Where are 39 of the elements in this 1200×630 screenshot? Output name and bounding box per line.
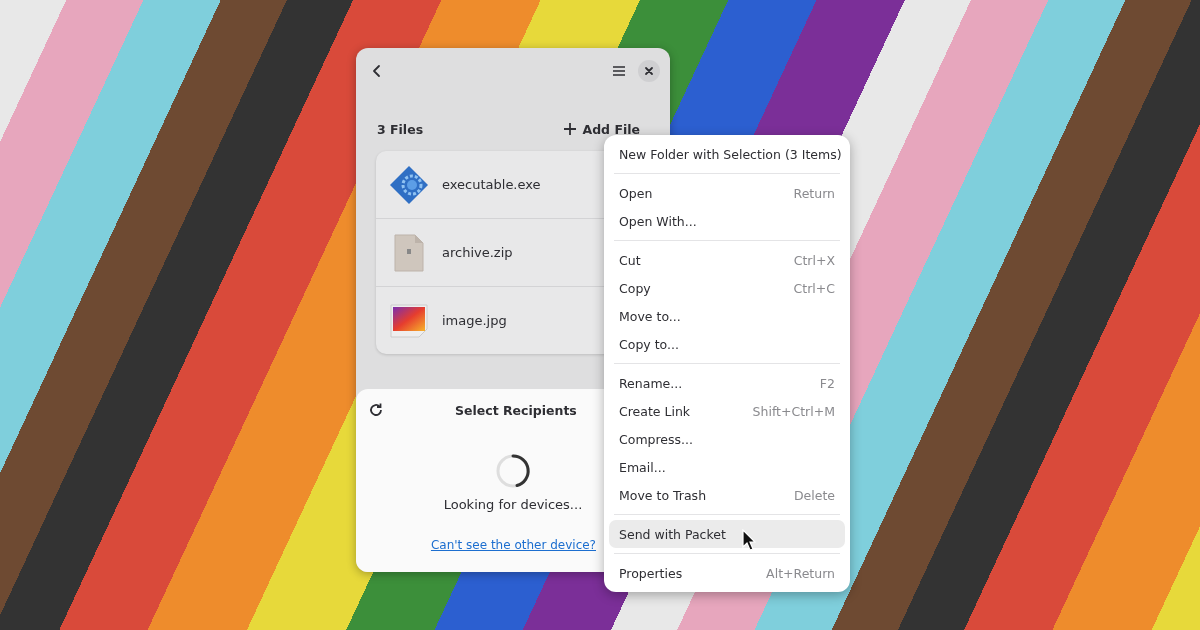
menu-item[interactable]: Email... bbox=[609, 453, 845, 481]
menu-item[interactable]: Rename... F2 bbox=[609, 369, 845, 397]
shortcut-label: Ctrl+C bbox=[793, 280, 835, 296]
close-button[interactable] bbox=[638, 60, 660, 82]
file-name: executable.exe bbox=[442, 177, 541, 192]
shortcut-label: Delete bbox=[793, 487, 835, 503]
menu-item[interactable]: Properties Alt+Return bbox=[609, 559, 845, 587]
executable-icon bbox=[389, 164, 429, 205]
file-name: archive.zip bbox=[442, 245, 513, 260]
refresh-icon bbox=[368, 402, 384, 418]
image-file-icon bbox=[389, 302, 429, 339]
menu-item[interactable]: New Folder with Selection (3 Items) bbox=[609, 140, 845, 168]
menu-item[interactable]: Compress... bbox=[609, 425, 845, 453]
menu-item[interactable]: Move to Trash Delete bbox=[609, 481, 845, 509]
plus-icon bbox=[563, 122, 578, 136]
sheet-title: Select Recipients bbox=[455, 402, 577, 418]
menu-item[interactable]: Open Return bbox=[609, 179, 845, 207]
file-name: image.jpg bbox=[442, 313, 507, 328]
mouse-pointer-icon bbox=[742, 529, 756, 551]
status-text: Looking for devices... bbox=[443, 497, 583, 512]
add-file-button[interactable]: Add File bbox=[563, 121, 650, 137]
close-icon bbox=[644, 66, 654, 76]
menu-item[interactable]: Create Link Shift+Ctrl+M bbox=[609, 397, 845, 425]
help-link[interactable]: Can't see the other device? bbox=[430, 538, 596, 552]
shortcut-label: Alt+Return bbox=[766, 565, 835, 581]
menu-item[interactable]: Open With... bbox=[609, 207, 845, 235]
files-count-label: 3 Files bbox=[376, 121, 424, 137]
menu-item[interactable]: Copy to... bbox=[609, 330, 845, 358]
shortcut-label: Shift+Ctrl+M bbox=[752, 403, 835, 419]
archive-file-icon bbox=[393, 232, 425, 273]
loading-spinner-icon bbox=[495, 453, 531, 489]
menu-item[interactable]: Cut Ctrl+X bbox=[609, 246, 845, 274]
shortcut-label: Return bbox=[793, 185, 835, 201]
shortcut-label: Ctrl+X bbox=[793, 252, 835, 268]
menu-item[interactable]: Move to... bbox=[609, 302, 845, 330]
shortcut-label: F2 bbox=[819, 375, 835, 391]
menu-item[interactable]: Copy Ctrl+C bbox=[609, 274, 845, 302]
menu-item[interactable]: Send with Packet bbox=[609, 520, 845, 548]
menu-icon bbox=[612, 64, 626, 78]
